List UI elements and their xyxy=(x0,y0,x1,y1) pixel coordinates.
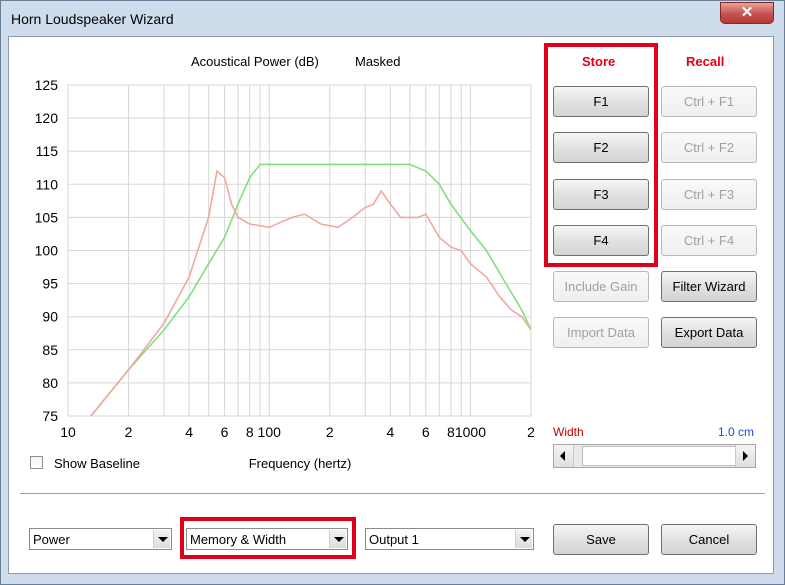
x-tick-label: 4 xyxy=(185,424,193,440)
arrow-right-icon xyxy=(743,451,748,461)
scroll-right-button[interactable] xyxy=(735,445,755,467)
width-scrollbar[interactable] xyxy=(553,444,756,468)
cancel-button[interactable]: Cancel xyxy=(661,524,757,555)
y-tick-label: 105 xyxy=(35,209,59,225)
import-data-button[interactable]: Import Data xyxy=(553,317,649,348)
x-tick-label: 100 xyxy=(258,424,282,440)
x-tick-label: 1000 xyxy=(455,424,486,440)
show-baseline-checkbox[interactable] xyxy=(30,456,43,469)
x-tick-label: 8 xyxy=(246,424,254,440)
recall-header: Recall xyxy=(686,54,725,69)
chevron-down-icon xyxy=(153,530,170,548)
x-tick-label: 2 xyxy=(527,424,535,440)
width-slider-thumb[interactable] xyxy=(582,446,736,466)
x-tick-label: 6 xyxy=(221,424,229,440)
y-tick-label: 80 xyxy=(42,375,58,391)
recall-f1-button[interactable]: Ctrl + F1 xyxy=(661,86,757,117)
y-tick-label: 90 xyxy=(42,309,58,325)
y-tick-label: 115 xyxy=(36,143,59,159)
y-tick-label: 125 xyxy=(35,77,59,93)
arrow-left-icon xyxy=(560,451,565,461)
y-tick-label: 95 xyxy=(42,276,58,292)
y-tick-label: 100 xyxy=(35,243,59,259)
x-tick-label: 10 xyxy=(60,424,76,440)
output-select[interactable]: Output 1 xyxy=(365,528,534,550)
recall-f3-button[interactable]: Ctrl + F3 xyxy=(661,179,757,210)
separator xyxy=(20,493,765,494)
x-axis-label: Frequency (hertz) xyxy=(249,456,352,471)
display-select-value: Power xyxy=(33,532,70,547)
x-tick-label: 8 xyxy=(447,424,455,440)
display-select[interactable]: Power xyxy=(29,528,172,550)
store-highlight-box xyxy=(544,43,658,267)
recall-f2-button[interactable]: Ctrl + F2 xyxy=(661,132,757,163)
y-tick-label: 120 xyxy=(35,110,59,126)
x-tick-label: 2 xyxy=(125,424,133,440)
y-tick-label: 110 xyxy=(36,176,59,192)
chevron-down-icon xyxy=(515,530,532,548)
include-gain-button[interactable]: Include Gain xyxy=(553,271,649,302)
recall-f4-button[interactable]: Ctrl + F4 xyxy=(661,225,757,256)
width-value: 1.0 cm xyxy=(718,425,755,439)
show-baseline-label: Show Baseline xyxy=(54,456,140,471)
export-data-button[interactable]: Export Data xyxy=(661,317,757,348)
width-label: Width xyxy=(553,425,584,439)
mode-highlight-box xyxy=(180,517,356,559)
y-tick-label: 75 xyxy=(42,408,58,424)
x-tick-label: 6 xyxy=(422,424,430,440)
output-select-value: Output 1 xyxy=(369,532,419,547)
scroll-left-button[interactable] xyxy=(554,445,574,467)
y-tick-label: 85 xyxy=(42,342,58,358)
x-tick-label: 4 xyxy=(386,424,394,440)
x-tick-label: 2 xyxy=(326,424,334,440)
save-button[interactable]: Save xyxy=(553,524,649,555)
filter-wizard-button[interactable]: Filter Wizard xyxy=(661,271,757,302)
